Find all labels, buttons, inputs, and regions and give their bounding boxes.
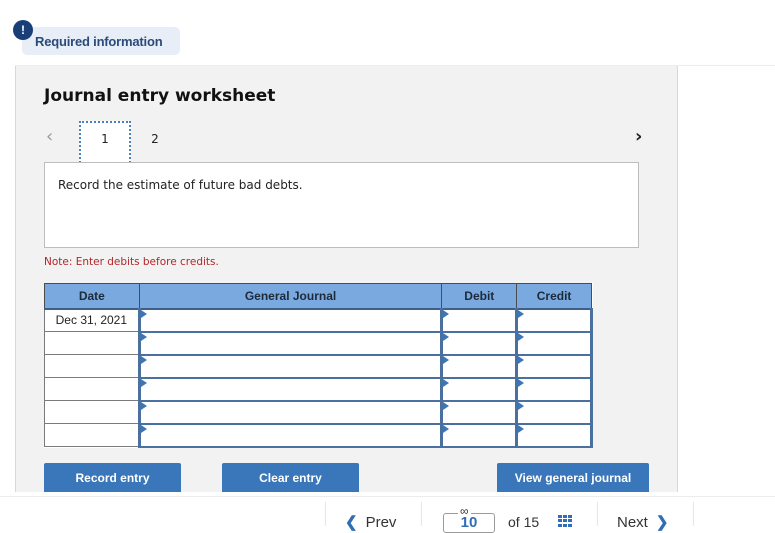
date-cell[interactable] [44, 423, 140, 447]
credit-input[interactable] [515, 422, 593, 448]
page-total: of 15 [508, 514, 540, 530]
prev-label: Prev [365, 514, 397, 531]
date-cell[interactable] [44, 354, 140, 378]
chevron-left-icon[interactable]: ‹ [46, 126, 53, 147]
note-text: Note: Enter debits before credits. [44, 256, 219, 268]
credit-input[interactable] [515, 307, 593, 333]
required-information-badge[interactable]: Required information [22, 27, 180, 55]
account-input[interactable] [137, 307, 444, 333]
next-label: Next [617, 514, 648, 531]
table-row: Dec 31, 2021 [44, 307, 593, 333]
link-icon: ∞ [458, 504, 471, 518]
credit-input[interactable] [515, 330, 593, 356]
chevron-left-icon: ❮ [345, 514, 358, 531]
next-button[interactable]: Next ❯ [617, 513, 668, 531]
chevron-right-icon[interactable]: › [635, 126, 642, 147]
debit-input[interactable] [440, 307, 519, 333]
tab-1[interactable]: 1 [79, 121, 131, 163]
date-cell[interactable]: Dec 31, 2021 [44, 308, 140, 332]
table-row [44, 353, 593, 379]
chevron-right-icon: ❯ [655, 514, 669, 531]
divider [597, 502, 598, 526]
table-row [44, 376, 593, 402]
account-input[interactable] [137, 353, 444, 379]
date-cell[interactable] [44, 331, 140, 355]
account-input[interactable] [137, 399, 444, 425]
account-input[interactable] [137, 330, 444, 356]
instruction-box: Record the estimate of future bad debts. [44, 162, 639, 248]
debit-input[interactable] [440, 399, 519, 425]
alert-icon: ! [13, 20, 33, 40]
divider [325, 502, 326, 526]
date-cell[interactable] [44, 377, 140, 401]
journal-table: Date General Journal Debit Credit Dec 31… [44, 283, 593, 448]
table-row [44, 422, 593, 448]
divider [693, 502, 694, 526]
credit-input[interactable] [515, 399, 593, 425]
debit-input[interactable] [440, 376, 519, 402]
debit-input[interactable] [440, 330, 519, 356]
date-cell[interactable] [44, 400, 140, 424]
prev-button[interactable]: ❮ Prev [345, 513, 396, 531]
column-header-debit: Debit [441, 283, 518, 310]
tab-2[interactable]: 2 [131, 121, 179, 161]
debit-input[interactable] [440, 353, 519, 379]
table-row [44, 399, 593, 425]
account-input[interactable] [137, 376, 444, 402]
credit-input[interactable] [515, 376, 593, 402]
table-row [44, 330, 593, 356]
divider [421, 502, 422, 526]
worksheet-title: Journal entry worksheet [44, 86, 276, 106]
record-entry-button[interactable]: Record entry [44, 463, 181, 492]
account-input[interactable] [137, 422, 444, 448]
column-header-credit: Credit [516, 283, 592, 310]
table-header-row: Date General Journal Debit Credit [44, 283, 592, 310]
instruction-text: Record the estimate of future bad debts. [58, 178, 303, 192]
required-information-label: Required information [35, 34, 163, 49]
credit-input[interactable] [515, 353, 593, 379]
clear-entry-button[interactable]: Clear entry [222, 463, 359, 492]
column-header-general-journal: General Journal [138, 283, 443, 310]
grid-icon[interactable] [558, 515, 573, 527]
column-header-date: Date [44, 283, 140, 310]
debit-input[interactable] [440, 422, 519, 448]
view-general-journal-button[interactable]: View general journal [497, 463, 649, 492]
